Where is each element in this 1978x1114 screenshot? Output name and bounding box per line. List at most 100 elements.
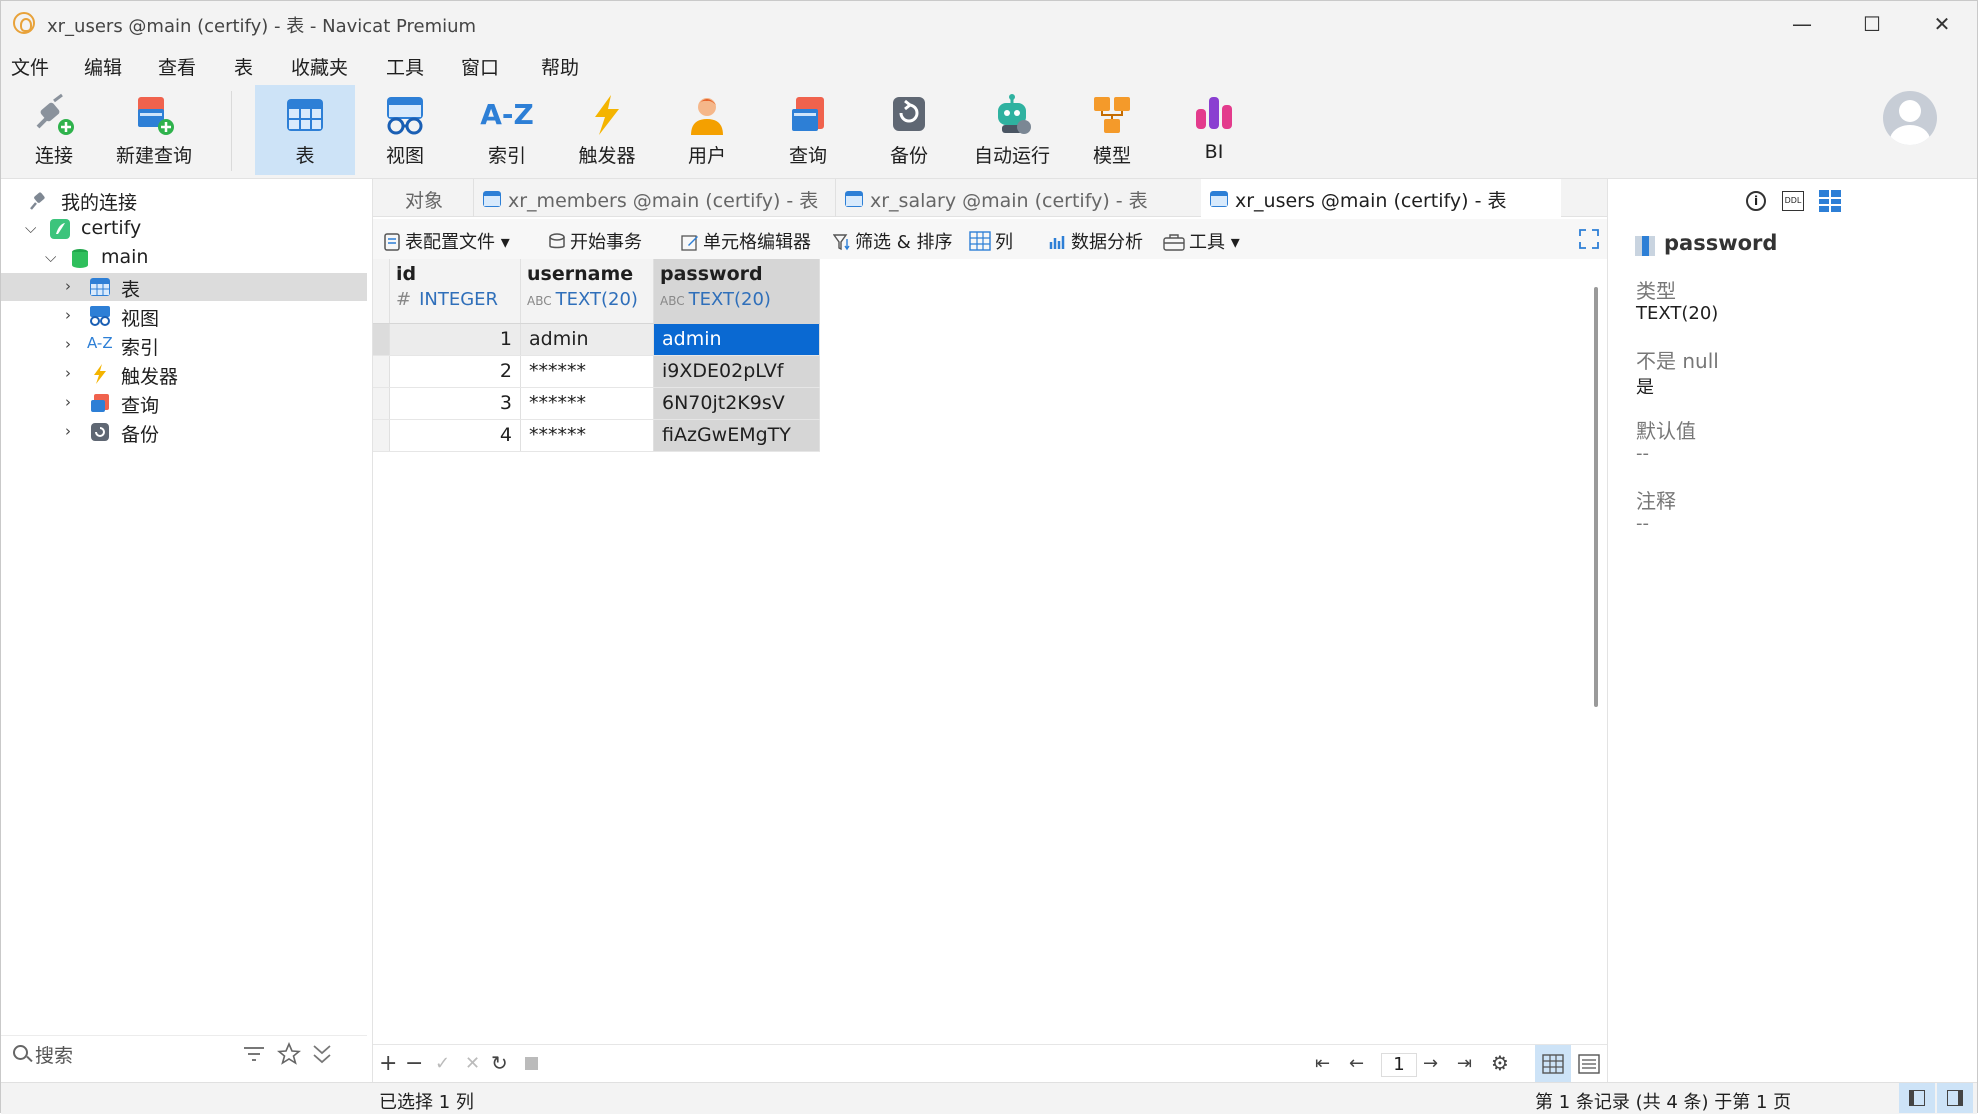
chevron-right-icon[interactable]: ›: [65, 422, 79, 440]
toggle-left-panel-button[interactable]: [1899, 1083, 1935, 1113]
tree-item-tables[interactable]: › 表: [1, 273, 367, 301]
view-button[interactable]: 视图: [355, 85, 455, 175]
data-analysis-button[interactable]: 数据分析: [1049, 228, 1143, 254]
chevron-right-icon[interactable]: ›: [65, 335, 79, 353]
table-row[interactable]: 2 ****** i9XDE02pLVf: [373, 355, 820, 388]
column-header-password[interactable]: password ABC TEXT(20): [653, 259, 820, 324]
begin-transaction-button[interactable]: 开始事务: [548, 228, 642, 254]
column-header-id[interactable]: id # INTEGER: [389, 259, 521, 324]
chevron-down-icon[interactable]: ⌵: [45, 248, 59, 266]
tree-item-queries[interactable]: › 查询: [1, 389, 367, 417]
menu-help[interactable]: 帮助: [541, 53, 579, 80]
star-icon[interactable]: [277, 1042, 301, 1066]
my-connections-header[interactable]: 我的连接: [1, 186, 367, 214]
ddl-icon[interactable]: DDL: [1782, 191, 1804, 211]
user-avatar[interactable]: [1883, 91, 1937, 145]
prev-page-icon[interactable]: ←: [1349, 1053, 1364, 1074]
connect-button[interactable]: 连接: [4, 85, 104, 175]
row-selector[interactable]: [373, 419, 390, 452]
menu-tools[interactable]: 工具: [386, 53, 424, 80]
toggle-right-panel-button[interactable]: [1937, 1083, 1973, 1113]
info-icon[interactable]: i: [1746, 191, 1766, 211]
cell-id[interactable]: 4: [389, 419, 521, 452]
collapse-all-icon[interactable]: [311, 1044, 333, 1064]
last-page-icon[interactable]: ⇥: [1457, 1053, 1472, 1074]
navigator-search[interactable]: 搜索: [1, 1035, 367, 1071]
tab-xr-users[interactable]: xr_users @main (certify) - 表: [1201, 179, 1561, 217]
filter-icon[interactable]: [243, 1046, 265, 1062]
tree-item-indexes[interactable]: › A-Z 索引: [1, 331, 367, 359]
menu-file[interactable]: 文件: [11, 53, 49, 80]
cell-editor-button[interactable]: 单元格编辑器: [681, 228, 811, 254]
grid-view-button[interactable]: [1535, 1045, 1571, 1083]
chevron-down-icon[interactable]: ⌵: [25, 219, 39, 237]
cell-password[interactable]: fiAzGwEMgTY: [653, 419, 820, 452]
cell-id[interactable]: 2: [389, 355, 521, 388]
cell-password[interactable]: admin: [653, 323, 820, 356]
cell-username[interactable]: ******: [520, 355, 654, 388]
index-button[interactable]: A-Z 索引: [457, 85, 557, 175]
chevron-right-icon[interactable]: ›: [65, 277, 79, 295]
close-button[interactable]: ✕: [1917, 7, 1967, 41]
tab-xr-members[interactable]: xr_members @main (certify) - 表: [473, 179, 835, 217]
settings-gear-icon[interactable]: ⚙: [1491, 1051, 1509, 1075]
form-view-button[interactable]: [1571, 1045, 1607, 1083]
row-selector[interactable]: [373, 387, 390, 420]
table-row[interactable]: 1 admin admin: [373, 323, 820, 356]
bi-button[interactable]: BI: [1164, 85, 1264, 175]
grid-layout-icon[interactable]: [1818, 189, 1842, 213]
table-button[interactable]: 表: [255, 85, 355, 175]
tree-database-main[interactable]: ⌵ main: [1, 244, 367, 272]
cell-username[interactable]: ******: [520, 419, 654, 452]
new-query-button[interactable]: 新建查询: [104, 85, 204, 175]
model-button[interactable]: 模型: [1062, 85, 1162, 175]
stop-icon[interactable]: [525, 1057, 538, 1070]
backup-button[interactable]: 备份: [859, 85, 959, 175]
tree-item-triggers[interactable]: › 触发器: [1, 360, 367, 388]
row-selector[interactable]: [373, 323, 390, 356]
cell-password[interactable]: i9XDE02pLVf: [653, 355, 820, 388]
table-row[interactable]: 4 ****** fiAzGwEMgTY: [373, 419, 820, 452]
chevron-right-icon[interactable]: ›: [65, 393, 79, 411]
table-row[interactable]: 3 ****** 6N70jt2K9sV: [373, 387, 820, 420]
menu-favorites[interactable]: 收藏夹: [291, 53, 348, 80]
fullscreen-icon[interactable]: [1579, 229, 1599, 249]
tree-item-views[interactable]: › 视图: [1, 302, 367, 330]
menu-view[interactable]: 查看: [158, 53, 196, 80]
search-input[interactable]: 搜索: [35, 1041, 73, 1068]
tools-button[interactable]: 工具 ▾: [1163, 228, 1240, 254]
chevron-right-icon[interactable]: ›: [65, 364, 79, 382]
cell-username[interactable]: admin: [520, 323, 654, 356]
column-header-username[interactable]: username ABC TEXT(20): [520, 259, 654, 324]
cell-username[interactable]: ******: [520, 387, 654, 420]
minimize-button[interactable]: —: [1777, 7, 1827, 41]
cell-id[interactable]: 3: [389, 387, 521, 420]
menu-window[interactable]: 窗口: [461, 53, 499, 80]
columns-button[interactable]: 列: [969, 228, 1013, 254]
discard-changes-icon[interactable]: ✕: [465, 1053, 480, 1074]
user-button[interactable]: 用户: [657, 85, 757, 175]
trigger-button[interactable]: 触发器: [557, 85, 657, 175]
next-page-icon[interactable]: →: [1423, 1053, 1438, 1074]
add-record-icon[interactable]: +: [379, 1051, 397, 1076]
refresh-icon[interactable]: ↻: [491, 1051, 508, 1075]
vertical-scrollbar[interactable]: [1594, 287, 1598, 707]
tree-item-backups[interactable]: › 备份: [1, 418, 367, 446]
chevron-right-icon[interactable]: ›: [65, 306, 79, 324]
automation-button[interactable]: 自动运行: [962, 85, 1062, 175]
menu-table[interactable]: 表: [234, 53, 253, 80]
tab-objects[interactable]: 对象: [373, 179, 473, 217]
page-number-input[interactable]: 1: [1381, 1053, 1417, 1077]
cell-id[interactable]: 1: [389, 323, 521, 356]
apply-changes-icon[interactable]: ✓: [435, 1053, 450, 1074]
tab-xr-salary[interactable]: xr_salary @main (certify) - 表: [835, 179, 1197, 217]
row-selector[interactable]: [373, 355, 390, 388]
first-page-icon[interactable]: ⇤: [1315, 1053, 1330, 1074]
maximize-button[interactable]: ☐: [1847, 7, 1897, 41]
table-profile-button[interactable]: 表配置文件 ▾: [383, 228, 510, 254]
delete-record-icon[interactable]: −: [405, 1051, 423, 1076]
filter-sort-button[interactable]: 筛选 & 排序: [833, 228, 952, 254]
menu-edit[interactable]: 编辑: [84, 53, 122, 80]
query-button[interactable]: 查询: [758, 85, 858, 175]
tree-connection-certify[interactable]: ⌵ certify: [1, 215, 367, 243]
